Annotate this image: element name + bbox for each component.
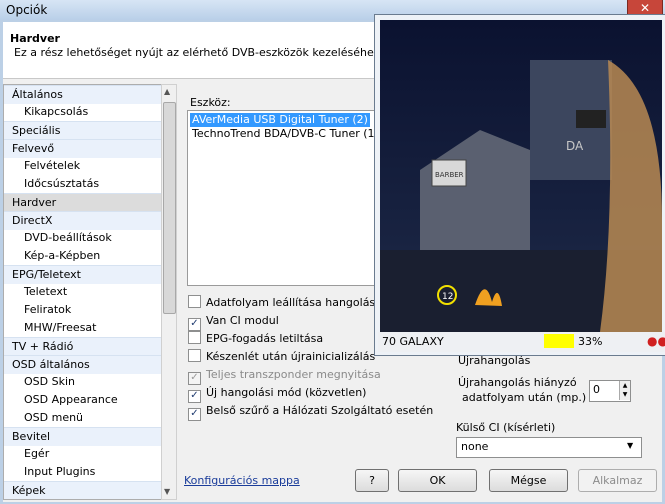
device-item[interactable]: TechnoTrend BDA/DVB-C Tuner (1 (190, 127, 377, 141)
section-description: Ez a rész lehetőséget nyújt az elérhető … (14, 46, 383, 59)
chevron-down-icon[interactable]: ▼ (627, 441, 633, 450)
tree-item[interactable]: Teletext (4, 283, 161, 301)
tree-item[interactable]: Kép-a-Képben (4, 247, 161, 265)
apply-button: Alkalmaz (578, 469, 657, 492)
checkmark-icon[interactable]: ✓ (188, 318, 201, 331)
tree-item[interactable]: Bevitel (4, 427, 161, 446)
option-label: EPG-fogadás letiltása (206, 332, 324, 345)
config-folder-link[interactable]: Konfigurációs mappa (184, 474, 300, 487)
tree-item[interactable]: MHW/Freesat (4, 319, 161, 337)
tree-item[interactable]: Speciális (4, 121, 161, 140)
tree-item[interactable]: Input Plugins (4, 463, 161, 481)
option-checkbox-row[interactable]: EPG-fogadás letiltása (188, 331, 323, 347)
section-title: Hardver (10, 32, 60, 45)
tree-item[interactable]: Képek (4, 481, 161, 499)
device-list[interactable]: AVerMedia USB Digital Tuner (2) TechnoTre… (187, 110, 377, 286)
window-title: Opciók (6, 3, 48, 17)
signal-strength-bar (544, 334, 574, 348)
option-label: Belső szűrő a Hálózati Szolgáltató eseté… (206, 404, 434, 417)
lamp-shape (576, 110, 606, 128)
device-list-label: Eszköz: (190, 96, 231, 109)
device-item[interactable]: AVerMedia USB Digital Tuner (2) (190, 113, 370, 127)
tree-item[interactable]: Általános (4, 85, 161, 104)
video-preview[interactable]: BARBER DA 12 (380, 20, 662, 332)
checkmark-icon[interactable]: ✓ (188, 408, 201, 421)
option-label: Van CI modul (206, 314, 279, 327)
video-frame: BARBER DA 12 (380, 20, 662, 332)
checkbox-icon[interactable] (188, 295, 201, 308)
scroll-up-icon[interactable]: ▲ (164, 87, 170, 96)
tree-scroll-thumb[interactable] (163, 102, 176, 314)
building-sign-text: DA (566, 139, 584, 153)
retune-label-line1: Újrahangolás hiányzó (458, 376, 577, 389)
option-checkbox-row[interactable]: ✓ Új hangolási mód (közvetlen) (188, 385, 367, 403)
barber-sign-text: BARBER (435, 171, 464, 179)
checkbox-icon[interactable] (188, 349, 201, 362)
external-ci-label: Külső CI (kísérleti) (456, 421, 556, 434)
option-checkbox-row[interactable]: ✓ Van CI modul (188, 313, 279, 331)
option-label: Teljes transzponder megnyitása (206, 368, 381, 381)
tree-item[interactable]: Egér (4, 445, 161, 463)
tree-item[interactable]: OSD általános (4, 355, 161, 374)
tree-item[interactable]: Feliratok (4, 301, 161, 319)
tree-item[interactable]: EPG/Teletext (4, 265, 161, 284)
tree-item[interactable]: Hardver (4, 193, 161, 212)
help-button[interactable]: ? (355, 469, 389, 492)
checkbox-icon[interactable] (188, 331, 201, 344)
options-tree[interactable]: Általános Kikapcsolás Speciális Felvevő Felv… (3, 84, 162, 500)
retune-seconds-value[interactable]: 0 (593, 383, 600, 396)
checkmark-icon: ✓ (188, 372, 201, 385)
ok-button[interactable]: OK (398, 469, 477, 492)
scroll-down-icon[interactable]: ▼ (164, 487, 170, 496)
cancel-button[interactable]: Mégse (489, 469, 568, 492)
option-checkbox-row[interactable]: ✓ Belső szűrő a Hálózati Szolgáltató eset… (188, 403, 434, 421)
tree-item[interactable]: DirectX (4, 211, 161, 230)
external-ci-value[interactable]: none (461, 440, 488, 453)
option-label: Adatfolyam leállítása hangolás a (206, 296, 386, 309)
signal-strength-percent: 33% (578, 335, 603, 348)
option-label: Készenlét után újrainicializálás (206, 350, 376, 363)
channel-name: 70 GALAXY (382, 335, 444, 348)
tree-item[interactable]: Felvevő (4, 139, 161, 158)
age-rating-badge: 12 (442, 292, 453, 302)
dvbviewer-logo-icon: ●● (647, 334, 665, 348)
option-checkbox-row[interactable]: Készenlét után újrainicializálás (188, 349, 375, 365)
tree-item[interactable]: Időcsúsztatás (4, 175, 161, 193)
option-label: Új hangolási mód (közvetlen) (206, 386, 367, 399)
tree-item[interactable]: OSD Appearance (4, 391, 161, 409)
tree-item[interactable]: Felvételek (4, 157, 161, 175)
tree-item[interactable]: TV + Rádió (4, 337, 161, 356)
retune-label-line2: adatfolyam után (mp.) (462, 391, 587, 404)
tree-item[interactable]: OSD Skin (4, 373, 161, 391)
tree-item[interactable]: Kikapcsolás (4, 103, 161, 121)
option-checkbox-row[interactable]: Adatfolyam leállítása hangolás a (188, 295, 385, 311)
tree-item[interactable]: OSD menü (4, 409, 161, 427)
option-checkbox-row: ✓ Teljes transzponder megnyitása (188, 367, 381, 385)
tree-item[interactable]: DVD-beállítások (4, 229, 161, 247)
checkmark-icon[interactable]: ✓ (188, 390, 201, 403)
spinner-arrows-icon[interactable]: ▲ ▼ (619, 381, 630, 400)
